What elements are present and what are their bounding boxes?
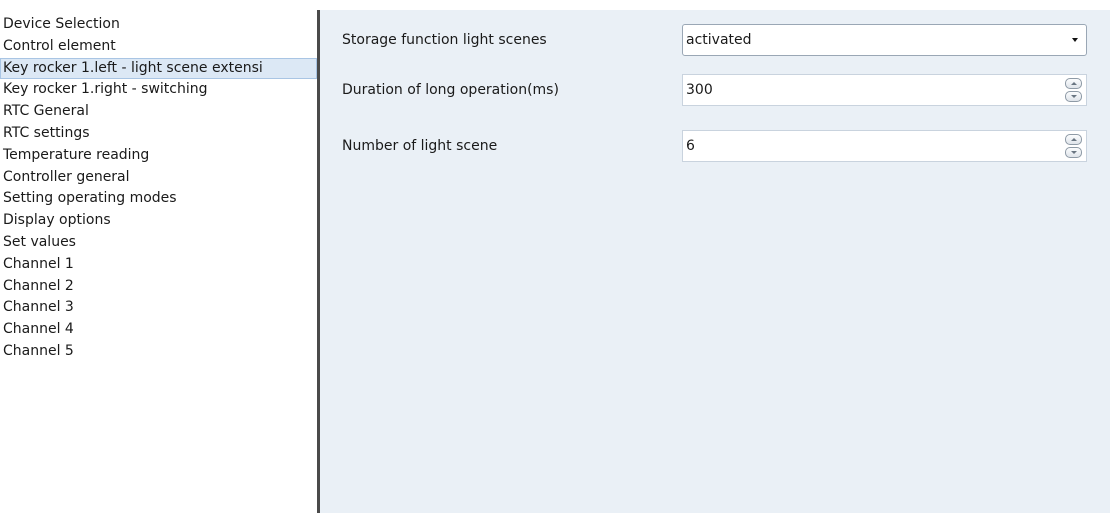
light-scene-count-label: Number of light scene [342,138,498,154]
app-window: Device Selection Control element Key roc… [0,0,1110,513]
sidebar-item-channel-3[interactable]: Channel 3 [0,297,317,319]
param-row-long-operation: Duration of long operation(ms) 300 [320,74,1110,106]
long-operation-label: Duration of long operation(ms) [342,82,559,98]
param-row-storage-function: Storage function light scenes activated [320,24,1110,56]
sidebar-item-temperature-reading[interactable]: Temperature reading [0,145,317,167]
storage-function-value: activated [686,32,752,48]
spin-down-icon[interactable] [1065,147,1082,158]
sidebar-item-rtc-general[interactable]: RTC General [0,101,317,123]
sidebar-item-device-selection[interactable]: Device Selection [0,14,317,36]
storage-function-select[interactable]: activated [682,24,1087,56]
light-scene-count-stepper [1065,134,1082,159]
sidebar-item-channel-2[interactable]: Channel 2 [0,276,317,298]
spin-down-icon[interactable] [1065,91,1082,102]
storage-function-label: Storage function light scenes [342,32,547,48]
sidebar-item-channel-5[interactable]: Channel 5 [0,341,317,363]
param-row-light-scene-count: Number of light scene 6 [320,130,1110,162]
sidebar-item-rtc-settings[interactable]: RTC settings [0,123,317,145]
sidebar-item-key-rocker-left[interactable]: Key rocker 1.left - light scene extensi [0,57,317,80]
light-scene-count-value: 6 [686,138,695,154]
long-operation-stepper [1065,78,1082,103]
sidebar-item-display-options[interactable]: Display options [0,210,317,232]
parameter-tree: Device Selection Control element Key roc… [0,0,317,513]
sidebar-item-channel-1[interactable]: Channel 1 [0,254,317,276]
parameter-panel: Storage function light scenes activated … [320,10,1110,513]
sidebar-item-setting-operating-modes[interactable]: Setting operating modes [0,188,317,210]
sidebar-item-set-values[interactable]: Set values [0,232,317,254]
sidebar-item-controller-general[interactable]: Controller general [0,167,317,189]
sidebar-item-key-rocker-right[interactable]: Key rocker 1.right - switching [0,79,317,101]
sidebar-item-channel-4[interactable]: Channel 4 [0,319,317,341]
spin-up-icon[interactable] [1065,134,1082,145]
parameter-tree-list: Device Selection Control element Key roc… [0,0,317,363]
sidebar-item-control-element[interactable]: Control element [0,36,317,58]
light-scene-count-input[interactable]: 6 [682,130,1087,162]
long-operation-input[interactable]: 300 [682,74,1087,106]
chevron-down-icon[interactable] [1072,38,1078,42]
spin-up-icon[interactable] [1065,78,1082,89]
long-operation-value: 300 [686,82,713,98]
